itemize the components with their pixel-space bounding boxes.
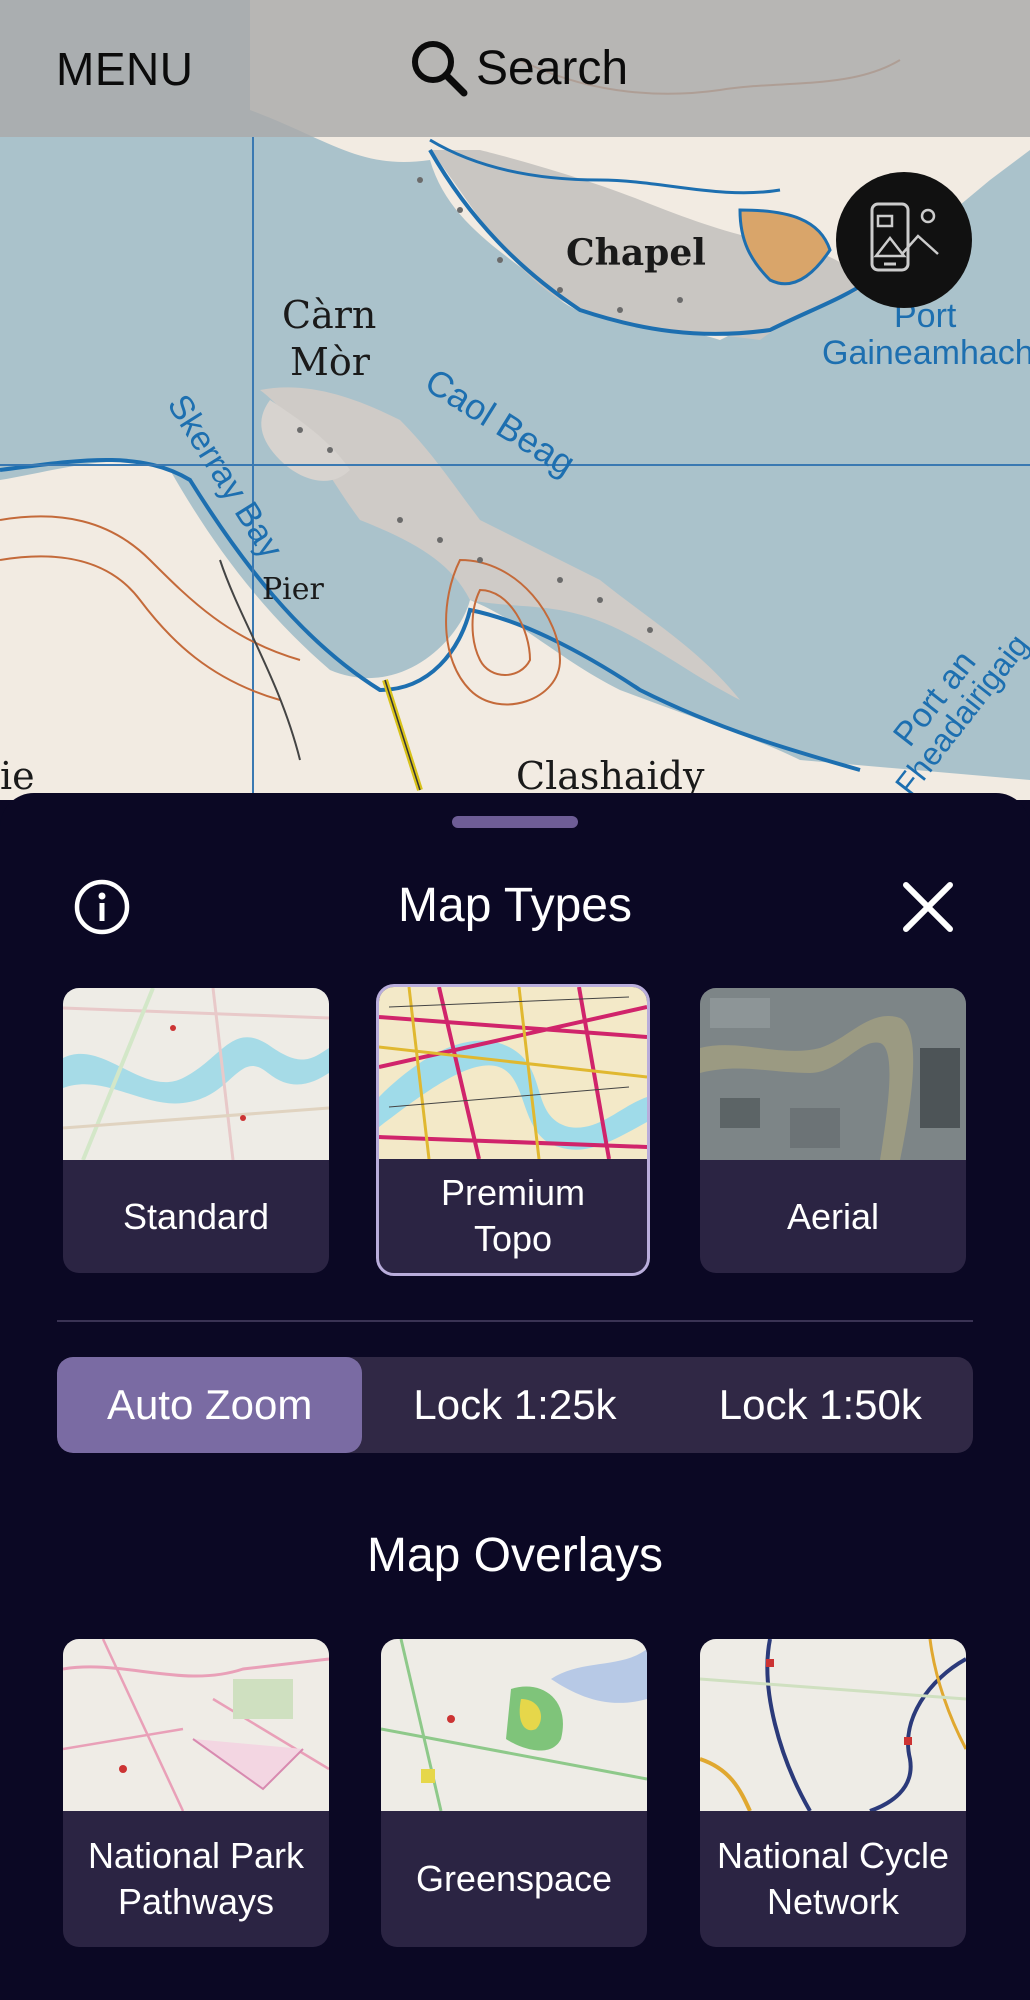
cycle-network-map-thumbnail — [700, 1639, 966, 1811]
map-types-sheet: Map Types Standard Premium Topo Aerial A… — [0, 793, 1030, 2000]
map-layers-button[interactable] — [836, 172, 972, 308]
sheet-title: Map Types — [398, 879, 632, 932]
map-type-aerial[interactable]: Aerial — [700, 988, 966, 1273]
overlay-national-cycle-network[interactable]: National Cycle Network — [700, 1639, 966, 1947]
map-type-standard[interactable]: Standard — [63, 988, 329, 1273]
overlay-greenspace[interactable]: Greenspace — [381, 1639, 647, 1947]
map-label-clashaidy: Clashaidy — [516, 754, 705, 798]
map-type-standard-label: Standard — [122, 1195, 270, 1237]
zoom-segmented-control: Auto Zoom Lock 1:25k Lock 1:50k — [57, 1357, 973, 1453]
aerial-map-thumbnail — [700, 988, 966, 1160]
zoom-option-auto[interactable]: Auto Zoom — [57, 1357, 363, 1453]
map-layers-icon — [870, 202, 939, 272]
overlay-greenspace-label: Greenspace — [415, 1858, 613, 1899]
zoom-option-lock-25k[interactable]: Lock 1:25k — [362, 1357, 667, 1453]
section-divider — [57, 1320, 973, 1322]
search-label: Search — [476, 41, 629, 95]
map-label-carn: Càrn — [282, 293, 377, 337]
standard-map-thumbnail — [63, 988, 329, 1160]
close-icon[interactable] — [900, 879, 956, 935]
map-label-ie: ie — [0, 754, 35, 798]
greenspace-map-thumbnail — [381, 1639, 647, 1811]
sheet-grabber[interactable] — [452, 816, 578, 828]
overlay-national-park-pathways[interactable]: National Park Pathways — [63, 1639, 329, 1947]
map-type-aerial-label: Aerial — [786, 1195, 880, 1237]
search-icon — [412, 41, 468, 97]
map-label-chapel: Chapel — [566, 232, 706, 274]
top-bar: MENU Search — [0, 0, 1030, 137]
map-label-pier: Pier — [262, 572, 324, 607]
map-label-gaineamhach: Gaineamhach — [822, 334, 1030, 372]
map-type-premium-topo[interactable]: Premium Topo — [376, 984, 650, 1276]
overlay-national-cycle-network-label: National Cycle Network — [716, 1835, 950, 1922]
map-label-mor: Mòr — [290, 340, 370, 384]
pathways-map-thumbnail — [63, 1639, 329, 1811]
map-type-premium-topo-label: Premium Topo — [440, 1172, 586, 1259]
menu-button[interactable]: MENU — [56, 42, 193, 96]
overlays-title: Map Overlays — [366, 1529, 664, 1582]
search-button[interactable]: Search — [408, 36, 628, 100]
overlay-national-park-pathways-label: National Park Pathways — [87, 1835, 305, 1922]
zoom-option-lock-50k[interactable]: Lock 1:50k — [668, 1357, 973, 1453]
premium-topo-map-thumbnail — [379, 987, 647, 1159]
